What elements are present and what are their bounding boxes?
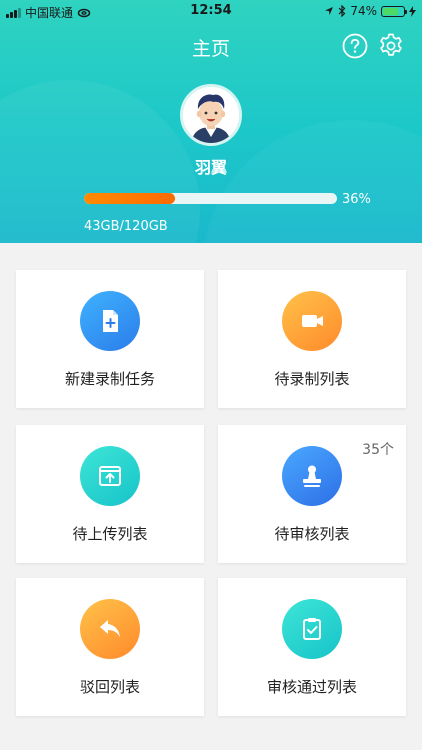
username: 羽翼: [194, 158, 227, 177]
tile-label: 待上传列表: [72, 525, 148, 543]
battery-icon: [381, 5, 407, 17]
upload-icon: [80, 446, 140, 506]
reply-arrow-icon: [80, 599, 140, 659]
header-decoration: [202, 120, 422, 243]
tile-label: 新建录制任务: [64, 370, 155, 388]
bluetooth-icon: [338, 5, 346, 17]
status-right: 74%: [324, 4, 416, 18]
settings-gear-icon[interactable]: [378, 33, 404, 59]
new-document-icon: [80, 291, 140, 351]
video-camera-icon: [282, 291, 342, 351]
help-question-icon[interactable]: [342, 33, 368, 59]
header: 中国联通 12:54 74% 主页 羽翼 36% 43GB/120GB: [0, 0, 422, 243]
tile-rejected-list[interactable]: 驳回列表: [16, 578, 204, 716]
tile-label: 待审核列表: [274, 525, 350, 543]
charging-bolt-icon: [409, 5, 416, 17]
tile-label: 审核通过列表: [266, 678, 357, 696]
tile-new-recording-task[interactable]: 新建录制任务: [16, 270, 204, 408]
storage-percent: 36%: [342, 192, 371, 207]
avatar[interactable]: [180, 84, 242, 146]
tile-label: 待录制列表: [274, 370, 350, 388]
tile-label: 驳回列表: [79, 678, 140, 696]
storage-usage-text: 43GB/120GB: [84, 219, 168, 234]
storage-progress-fill: [84, 193, 176, 204]
storage-progress-bar: [84, 193, 337, 204]
tile-pending-review-list[interactable]: 35个 待审核列表: [218, 425, 406, 563]
clipboard-check-icon: [282, 599, 342, 659]
status-bar: 中国联通 12:54 74%: [0, 0, 422, 22]
pending-count-badge: 35个: [362, 442, 394, 458]
tile-pending-upload-list[interactable]: 待上传列表: [16, 425, 204, 563]
tile-approved-list[interactable]: 审核通过列表: [218, 578, 406, 716]
tile-pending-recording-list[interactable]: 待录制列表: [218, 270, 406, 408]
stamp-icon: [282, 446, 342, 506]
avatar-face-icon: [183, 87, 239, 143]
battery-percent: 74%: [350, 4, 377, 18]
location-arrow-icon: [325, 7, 334, 15]
battery-fill: [383, 7, 398, 15]
